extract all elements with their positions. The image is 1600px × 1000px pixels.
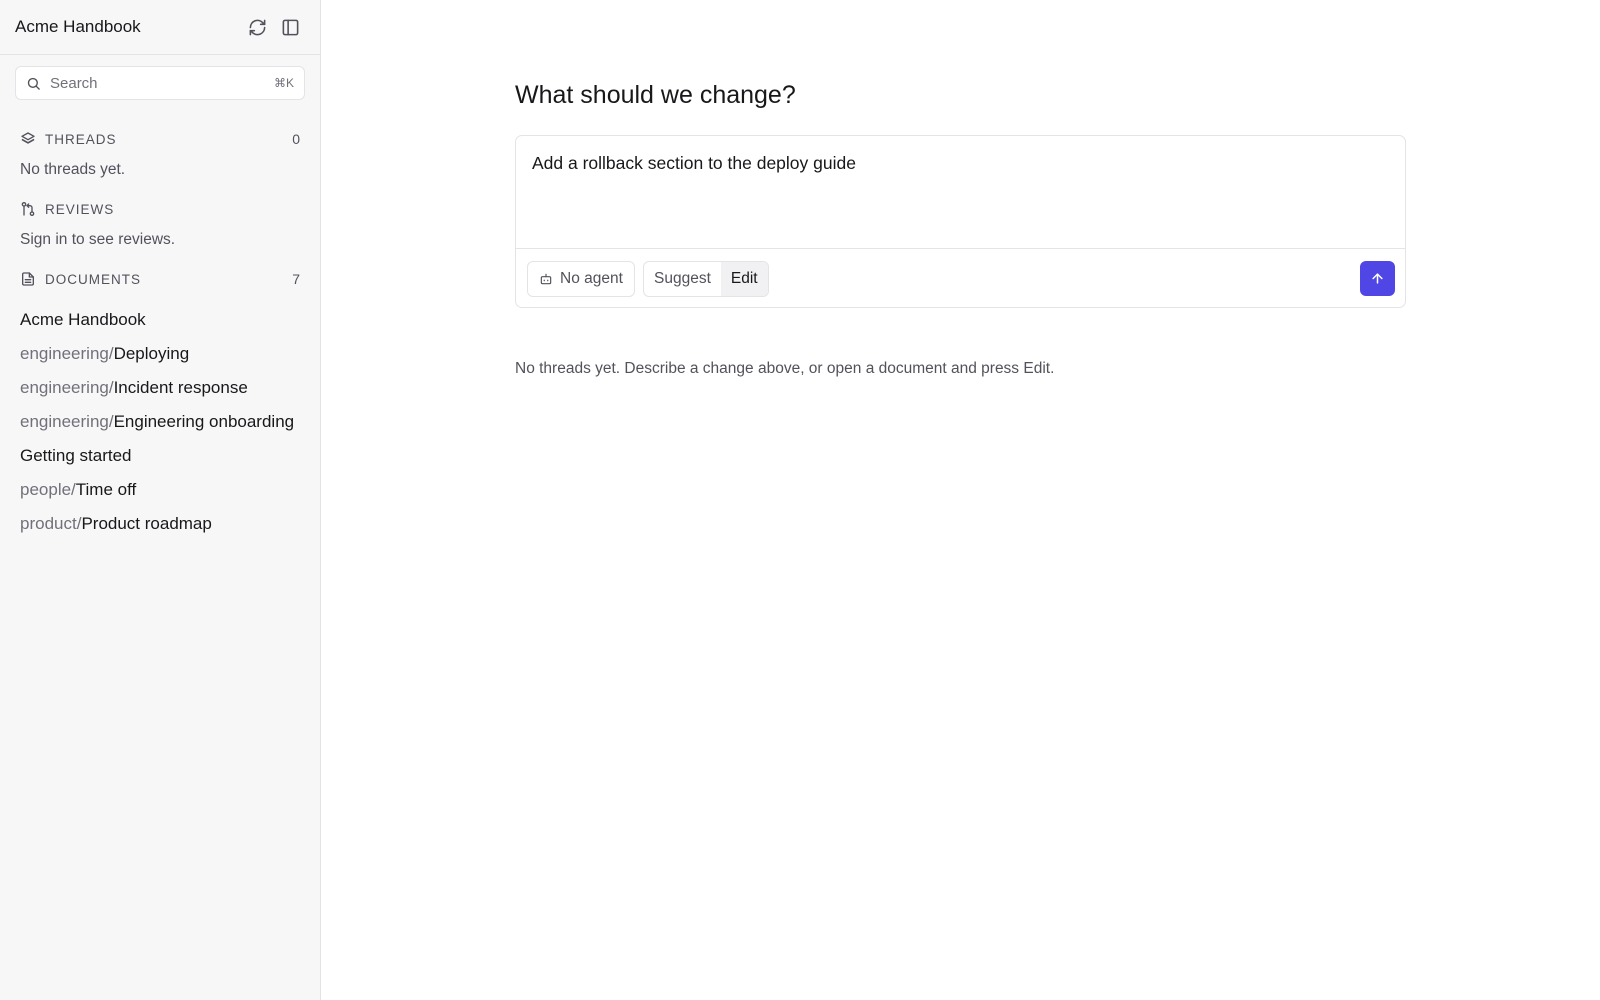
documents-count: 7	[292, 271, 300, 287]
change-request-input[interactable]	[516, 136, 1405, 248]
threads-section-header: THREADS 0	[20, 129, 300, 149]
file-text-icon	[22, 272, 34, 286]
document-name: Incident response	[113, 378, 248, 397]
mode-edit-option[interactable]: Edit	[720, 262, 768, 296]
empty-threads-hint: No threads yet. Describe a change above,…	[515, 360, 1055, 377]
document-item[interactable]: Acme Handbook	[20, 303, 310, 337]
document-name: Deploying	[113, 344, 190, 363]
document-folder-prefix: engineering/	[20, 344, 114, 363]
documents-label: DOCUMENTS	[45, 271, 141, 287]
threads-empty-text: No threads yet.	[20, 161, 126, 178]
git-pull-request-icon	[21, 202, 35, 216]
document-item[interactable]: product/Product roadmap	[20, 507, 310, 541]
arrow-up-icon	[1372, 273, 1383, 284]
toggle-sidebar-button[interactable]	[275, 12, 305, 42]
document-item[interactable]: people/Time off	[20, 473, 310, 507]
change-composer: No agent Suggest Edit	[515, 135, 1406, 308]
document-item[interactable]: engineering/Engineering onboarding	[20, 405, 310, 439]
document-item[interactable]: Getting started	[20, 439, 310, 473]
document-name: Engineering onboarding	[113, 412, 295, 431]
mode-toggle: Suggest Edit	[643, 261, 769, 297]
reviews-label: REVIEWS	[45, 201, 115, 217]
refresh-icon	[249, 19, 265, 35]
document-name: Product roadmap	[81, 514, 212, 533]
agent-select-button[interactable]: No agent	[527, 261, 635, 297]
agent-select-label: No agent	[560, 270, 623, 287]
reviews-section-header: REVIEWS	[20, 199, 300, 219]
sidebar-panel-icon	[282, 19, 298, 35]
document-folder-prefix: people/	[20, 480, 76, 499]
composer-toolbar: No agent Suggest Edit	[516, 248, 1405, 307]
bot-icon	[540, 273, 552, 285]
document-name: Getting started	[20, 446, 132, 465]
document-folder-prefix: engineering/	[20, 378, 114, 397]
threads-label: THREADS	[45, 131, 117, 147]
search-box[interactable]: ⌘K	[15, 66, 305, 100]
search-input[interactable]	[50, 74, 274, 92]
submit-button[interactable]	[1360, 261, 1395, 296]
document-name: Acme Handbook	[20, 310, 146, 329]
sidebar-header: Acme Handbook	[0, 0, 320, 55]
document-folder-prefix: product/	[20, 514, 82, 533]
threads-count: 0	[292, 131, 300, 147]
refresh-button[interactable]	[242, 12, 272, 42]
reviews-empty-text: Sign in to see reviews.	[20, 231, 176, 248]
page-title: What should we change?	[515, 81, 796, 109]
document-item[interactable]: engineering/Deploying	[20, 337, 310, 371]
document-item[interactable]: engineering/Incident response	[20, 371, 310, 405]
workspace-title: Acme Handbook	[15, 17, 141, 36]
layers-icon	[21, 132, 35, 144]
main-panel: What should we change? No agent Suggest …	[322, 0, 1600, 1000]
document-folder-prefix: engineering/	[20, 412, 114, 431]
sidebar: Acme Handbook ⌘K THREADS 0 No threads ye…	[0, 0, 321, 1000]
search-shortcut: ⌘K	[273, 76, 294, 90]
documents-section-header: DOCUMENTS 7	[20, 269, 300, 289]
document-name: Time off	[75, 480, 137, 499]
search-icon	[27, 77, 40, 90]
documents-list: Acme Handbook engineering/Deploying engi…	[20, 303, 310, 541]
mode-suggest-option[interactable]: Suggest	[644, 262, 721, 296]
